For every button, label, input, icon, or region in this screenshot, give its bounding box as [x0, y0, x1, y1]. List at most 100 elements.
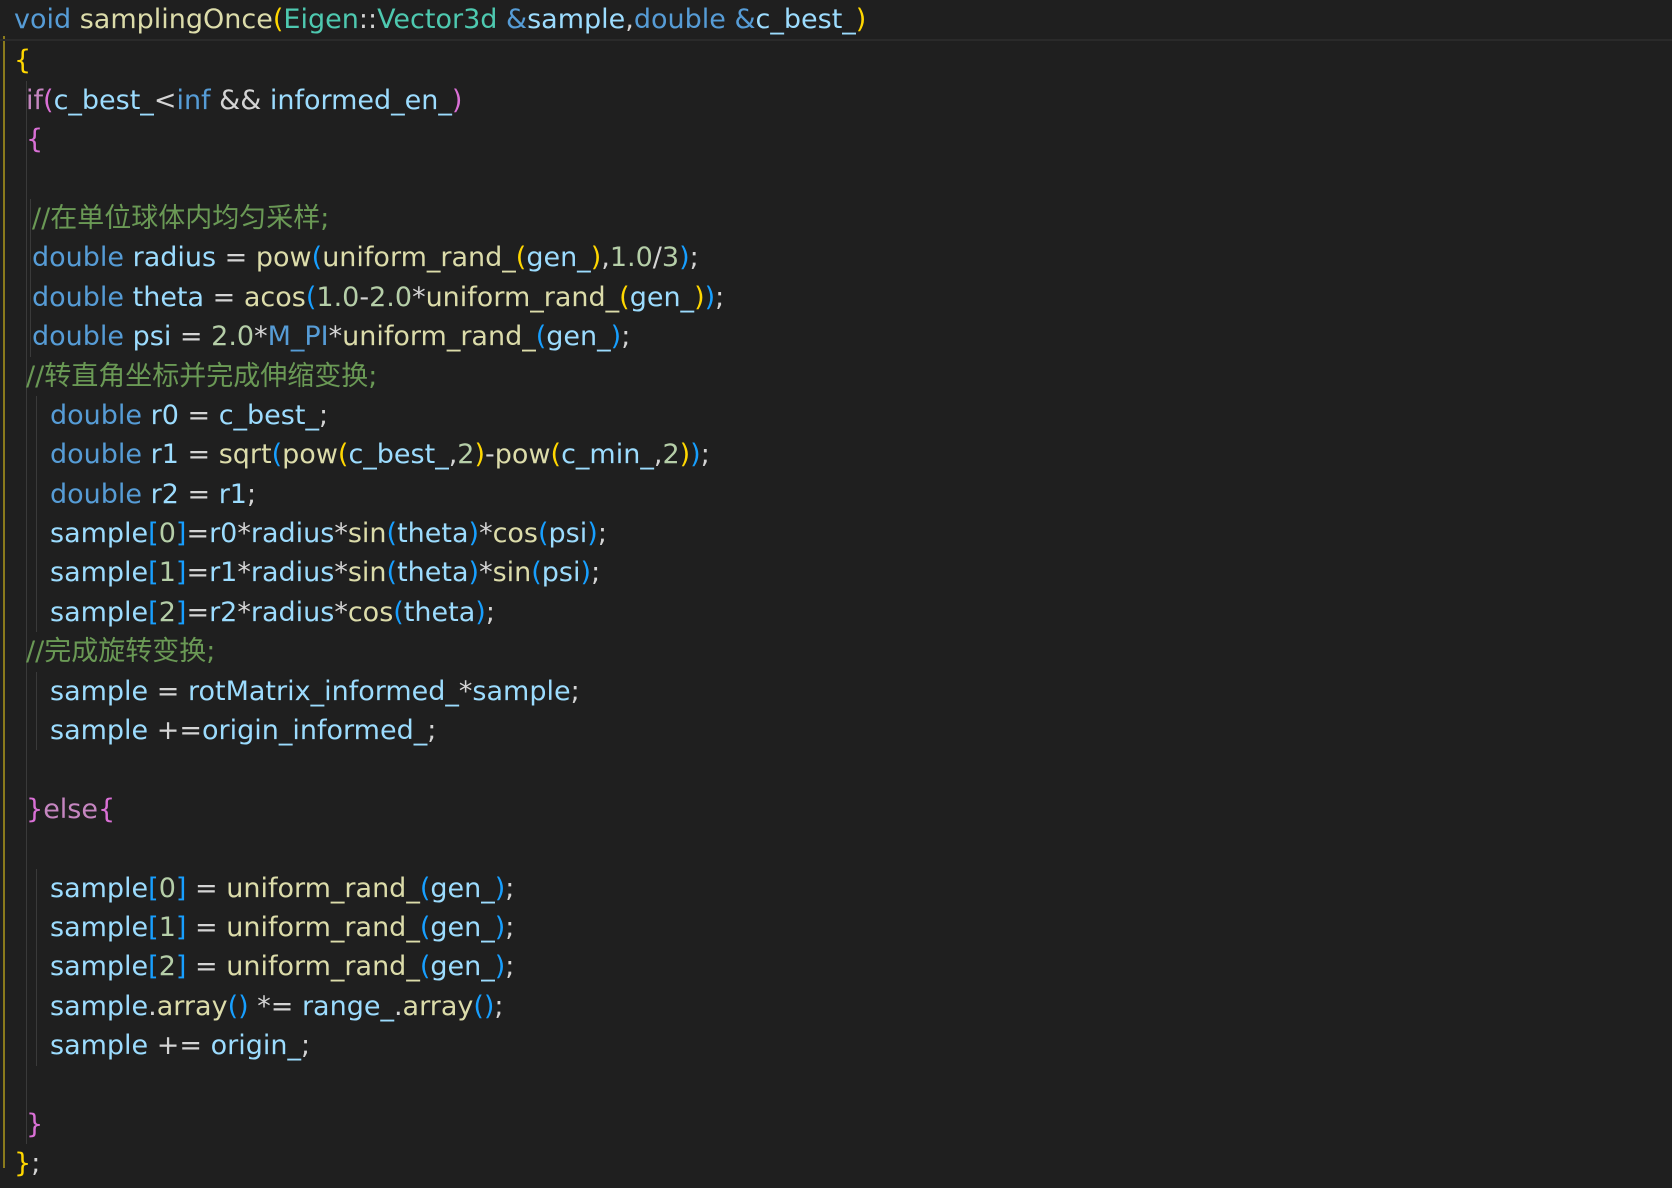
code-token: 1.0: [609, 242, 653, 274]
code-token: =: [186, 596, 210, 628]
code-token: theta: [397, 557, 469, 589]
code-token: *: [334, 596, 348, 628]
code-line[interactable]: [0, 1065, 1672, 1105]
indent-guide: [26, 198, 27, 239]
code-token: double: [50, 439, 143, 471]
code-token: sample: [50, 715, 149, 747]
code-token: [: [148, 596, 159, 628]
code-token: (: [305, 281, 317, 313]
code-token: =: [171, 321, 212, 353]
code-line[interactable]: sample[1]=r1*radius*sin(theta)*sin(psi);: [0, 553, 1672, 593]
code-token: sample: [50, 951, 149, 983]
code-token: psi: [132, 321, 172, 353]
code-line[interactable]: }: [0, 1104, 1672, 1145]
code-token: uniform_rand_: [226, 951, 420, 983]
code-token: double: [32, 321, 125, 353]
code-token: }: [14, 1148, 32, 1180]
code-token: =: [186, 557, 210, 589]
code-token: informed_en_: [269, 84, 452, 116]
code-token: ): [475, 596, 486, 628]
code-token: (): [227, 990, 249, 1022]
code-token: (: [272, 4, 284, 35]
code-line[interactable]: sample[0] = uniform_rand_(gen_);: [0, 868, 1672, 908]
code-token: =: [186, 951, 227, 983]
code-token: theta: [403, 596, 476, 628]
code-line[interactable]: sample[2]=r2*radius*cos(theta);: [0, 592, 1672, 633]
code-line[interactable]: //在单位球体内均匀采样;: [0, 198, 1672, 239]
code-token: uniform_rand_: [226, 911, 420, 943]
indent-guide: [26, 671, 27, 712]
code-line[interactable]: {: [0, 41, 1672, 80]
code-token: ;: [427, 715, 437, 747]
indent-guide: [36, 671, 37, 712]
code-line[interactable]: sample[0]=r0*radius*sin(theta)*cos(psi);: [0, 514, 1672, 554]
code-token: double: [50, 478, 143, 510]
code-line[interactable]: double radius = pow(uniform_rand_(gen_),…: [0, 238, 1672, 278]
code-line[interactable]: [0, 159, 1672, 199]
code-token: 0: [158, 872, 176, 904]
code-line[interactable]: if(c_best_<inf && informed_en_): [0, 80, 1672, 121]
code-line[interactable]: sample[1] = uniform_rand_(gen_);: [0, 907, 1672, 948]
indent-guide: [30, 238, 31, 278]
code-line[interactable]: sample.array() *= range_.array();: [0, 986, 1672, 1027]
code-token: =: [178, 478, 219, 510]
code-token: ;: [621, 321, 631, 353]
code-text: if(c_best_<inf && informed_en_): [26, 81, 462, 120]
code-line[interactable]: [0, 829, 1672, 869]
code-token: uniform_rand_: [425, 281, 620, 313]
code-line[interactable]: double theta = acos(1.0-2.0*uniform_rand…: [0, 277, 1672, 318]
code-text: };: [14, 1144, 40, 1183]
code-line[interactable]: [0, 750, 1672, 790]
code-token: sample: [50, 872, 149, 904]
code-token: ): [468, 518, 480, 550]
indent-guide: [36, 986, 37, 1027]
indent-guide: [26, 750, 27, 790]
code-token: gen_: [430, 872, 495, 904]
code-token: *: [458, 675, 473, 707]
code-token: ): [587, 518, 598, 550]
code-line[interactable]: sample += origin_;: [0, 1026, 1672, 1066]
code-text: sample[2] = uniform_rand_(gen_);: [50, 947, 514, 986]
code-line[interactable]: //完成旋转变换;: [0, 632, 1672, 672]
code-line[interactable]: {: [0, 120, 1672, 160]
code-line[interactable]: sample = rotMatrix_informed_*sample;: [0, 671, 1672, 712]
code-lines[interactable]: void samplingOnce(Eigen::Vector3d &sampl…: [0, 0, 1672, 1184]
code-token: {: [26, 124, 44, 156]
code-token: .: [393, 990, 403, 1022]
code-token: [: [148, 951, 159, 983]
code-token: radius: [132, 242, 217, 274]
code-line[interactable]: void samplingOnce(Eigen::Vector3d &sampl…: [0, 0, 1672, 42]
code-token: &: [506, 4, 528, 35]
code-line[interactable]: sample[2] = uniform_rand_(gen_);: [0, 947, 1672, 987]
code-line[interactable]: //转直角坐标并完成伸缩变换;: [0, 356, 1672, 396]
code-editor[interactable]: void samplingOnce(Eigen::Vector3d &sampl…: [0, 0, 1672, 1188]
code-token: ): [468, 557, 480, 589]
code-line[interactable]: double r0 = c_best_;: [0, 395, 1672, 436]
indent-guide: [26, 317, 27, 357]
code-line[interactable]: double psi = 2.0*M_PI*uniform_rand_(gen_…: [0, 317, 1672, 357]
code-token: 3: [661, 242, 680, 274]
code-line[interactable]: sample +=origin_informed_;: [0, 711, 1672, 751]
code-line[interactable]: };: [0, 1144, 1672, 1183]
code-token: =: [148, 675, 188, 707]
code-token: *: [237, 596, 251, 628]
code-token: double: [50, 399, 143, 431]
code-token: 1: [158, 557, 176, 589]
indent-guide: [36, 711, 37, 751]
code-token: theta: [132, 281, 205, 313]
code-token: sample: [50, 911, 149, 943]
indent-guide: [36, 514, 37, 554]
code-token: <: [153, 84, 177, 116]
code-token: ;: [700, 439, 710, 471]
code-text: sample = rotMatrix_informed_*sample;: [50, 672, 580, 711]
code-line[interactable]: }else{: [0, 789, 1672, 830]
code-line[interactable]: double r2 = r1;: [0, 474, 1672, 515]
code-token: +=: [148, 1030, 211, 1062]
code-line[interactable]: double r1 = sqrt(pow(c_best_,2)-pow(c_mi…: [0, 435, 1672, 475]
code-token: r0: [150, 399, 179, 431]
code-token: (: [271, 439, 283, 471]
code-token: 1.0: [316, 281, 360, 313]
